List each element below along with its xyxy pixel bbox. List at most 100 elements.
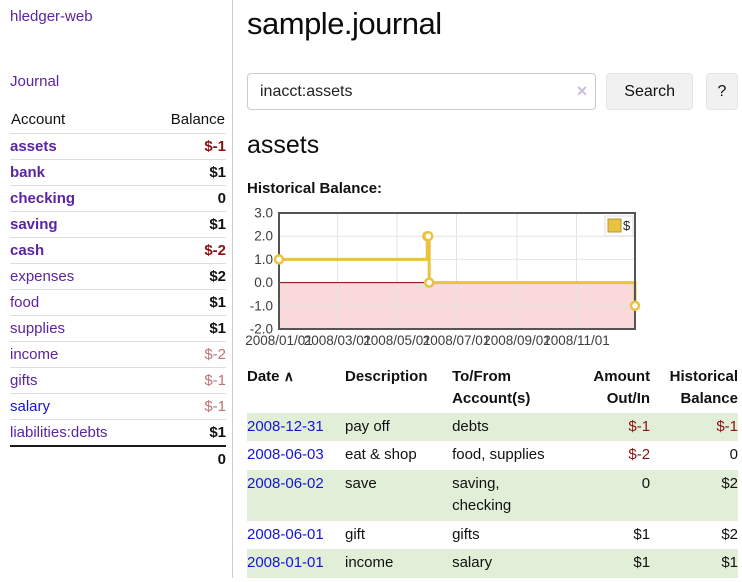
help-button[interactable]: ? <box>706 73 738 110</box>
account-link-expenses[interactable]: expenses <box>10 268 74 285</box>
svg-text:3.0: 3.0 <box>254 206 273 221</box>
transaction-amount: $-1 <box>565 413 650 442</box>
account-row: income $-2 <box>10 342 226 368</box>
account-row: expenses $2 <box>10 264 226 290</box>
account-balance: $-1 <box>147 134 226 160</box>
account-link-bank[interactable]: bank <box>10 164 45 181</box>
register-table: Date ∧ Description To/From Account(s) Am… <box>247 363 738 578</box>
account-link-gifts[interactable]: gifts <box>10 372 38 389</box>
account-row: saving $1 <box>10 212 226 238</box>
accounts-header-balance: Balance <box>147 107 226 134</box>
transaction-date-link[interactable]: 2008-06-02 <box>247 475 324 492</box>
account-balance: $-2 <box>147 238 226 264</box>
sidebar: hledger-web Journal Account Balance asse… <box>0 0 233 578</box>
register-row: 2008-12-31 pay off debts $-1 $-1 <box>247 413 738 442</box>
register-header-description: Description <box>345 363 452 413</box>
svg-text:$: $ <box>623 218 631 233</box>
account-link-checking[interactable]: checking <box>10 190 75 207</box>
chart-title: Historical Balance: <box>247 180 738 197</box>
transaction-description: gift <box>345 521 452 550</box>
register-row: 2008-06-02 save saving, checking 0 $2 <box>247 470 738 521</box>
account-link-saving[interactable]: saving <box>10 216 58 233</box>
account-balance: $1 <box>147 160 226 186</box>
page-title: sample.journal <box>247 6 738 42</box>
sort-ascending-icon: ∧ <box>284 368 294 384</box>
account-heading: assets <box>247 131 738 160</box>
transaction-date-link[interactable]: 2008-12-31 <box>247 418 324 435</box>
transaction-amount: $1 <box>565 521 650 550</box>
register-header-row: Date ∧ Description To/From Account(s) Am… <box>247 363 738 413</box>
transaction-date-link[interactable]: 2008-01-01 <box>247 554 324 571</box>
clear-search-icon[interactable]: × <box>577 81 588 101</box>
register-header-accounts: To/From Account(s) <box>452 363 565 413</box>
account-balance: $1 <box>147 212 226 238</box>
svg-text:2008/11/01: 2008/11/01 <box>543 333 610 348</box>
account-link-cash[interactable]: cash <box>10 242 44 259</box>
register-row: 2008-01-01 income salary $1 $1 <box>247 549 738 578</box>
transaction-accounts: food, supplies <box>452 441 565 470</box>
register-header-amount: Amount Out/In <box>565 363 650 413</box>
svg-text:2008/05/01: 2008/05/01 <box>363 333 431 348</box>
svg-text:2008/01/01: 2008/01/01 <box>245 333 313 348</box>
accounts-total-row: 0 <box>10 446 226 472</box>
transaction-accounts: debts <box>452 413 565 442</box>
account-row: supplies $1 <box>10 316 226 342</box>
register-header-balance: Historical Balance <box>650 363 738 413</box>
transaction-accounts: gifts <box>452 521 565 550</box>
account-link-liabilities-debts[interactable]: liabilities:debts <box>10 424 108 441</box>
transaction-date-link[interactable]: 2008-06-01 <box>247 526 324 543</box>
transaction-description: income <box>345 549 452 578</box>
transaction-date-link[interactable]: 2008-06-03 <box>247 446 324 463</box>
account-balance: $1 <box>147 420 226 447</box>
transaction-amount: $-2 <box>565 441 650 470</box>
transaction-balance: 0 <box>650 441 738 470</box>
search-button[interactable]: Search <box>606 73 693 110</box>
account-balance: $-1 <box>147 394 226 420</box>
journal-nav: Journal <box>10 73 226 90</box>
svg-text:0.0: 0.0 <box>254 275 273 290</box>
svg-text:2.0: 2.0 <box>254 229 273 244</box>
transaction-balance: $2 <box>650 470 738 521</box>
account-row: liabilities:debts $1 <box>10 420 226 447</box>
app-title: hledger-web <box>10 8 226 25</box>
account-link-income[interactable]: income <box>10 346 58 363</box>
account-row: food $1 <box>10 290 226 316</box>
balance-chart[interactable]: $3.02.01.00.0-1.0-2.02008/01/012008/03/0… <box>247 208 738 350</box>
account-row: cash $-2 <box>10 238 226 264</box>
account-link-supplies[interactable]: supplies <box>10 320 65 337</box>
account-balance: $2 <box>147 264 226 290</box>
account-link-food[interactable]: food <box>10 294 39 311</box>
svg-text:2008/07/01: 2008/07/01 <box>423 333 491 348</box>
account-row: assets $-1 <box>10 134 226 160</box>
app-window: hledger-web Journal Account Balance asse… <box>0 0 742 578</box>
main-content: sample.journal × Search ? assets Histori… <box>233 0 742 578</box>
transaction-balance: $1 <box>650 549 738 578</box>
transaction-balance: $-1 <box>650 413 738 442</box>
app-title-link[interactable]: hledger-web <box>10 8 93 25</box>
account-row: gifts $-1 <box>10 368 226 394</box>
svg-text:-1.0: -1.0 <box>250 298 273 313</box>
svg-text:2008/09/01: 2008/09/01 <box>483 333 551 348</box>
account-row: checking 0 <box>10 186 226 212</box>
transaction-description: pay off <box>345 413 452 442</box>
account-balance: $1 <box>147 316 226 342</box>
register-row: 2008-06-03 eat & shop food, supplies $-2… <box>247 441 738 470</box>
journal-link[interactable]: Journal <box>10 73 59 90</box>
accounts-header-account: Account <box>10 107 147 134</box>
account-row: salary $-1 <box>10 394 226 420</box>
account-link-salary[interactable]: salary <box>10 398 50 415</box>
account-row: bank $1 <box>10 160 226 186</box>
accounts-total-balance: 0 <box>147 446 226 472</box>
transaction-amount: 0 <box>565 470 650 521</box>
svg-text:2008/03/01: 2008/03/01 <box>304 333 372 348</box>
transaction-accounts: saving, checking <box>452 470 565 521</box>
register-row: 2008-06-01 gift gifts $1 $2 <box>247 521 738 550</box>
account-balance: $1 <box>147 290 226 316</box>
register-header-date[interactable]: Date ∧ <box>247 363 345 413</box>
transaction-description: save <box>345 470 452 521</box>
account-link-assets[interactable]: assets <box>10 138 57 155</box>
accounts-header-row: Account Balance <box>10 107 226 134</box>
account-balance: 0 <box>147 186 226 212</box>
search-input[interactable] <box>247 73 596 110</box>
accounts-table: Account Balance assets $-1 bank $1 check… <box>10 107 226 472</box>
